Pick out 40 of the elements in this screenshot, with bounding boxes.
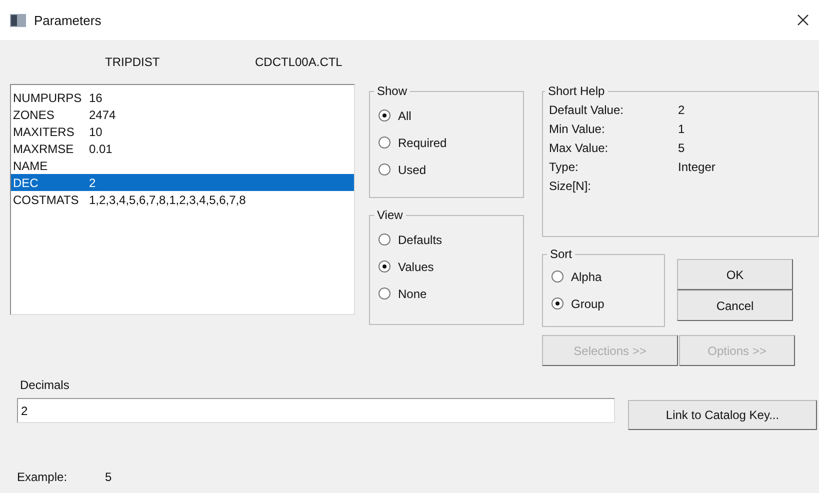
- group-title: Short Help: [547, 84, 606, 98]
- radio-option[interactable]: Required: [378, 129, 515, 156]
- group-title: View: [376, 208, 404, 222]
- help-label: Size[N]:: [549, 178, 592, 192]
- help-label: Max Value:: [549, 140, 610, 154]
- dialog-button[interactable]: Cancel: [677, 290, 793, 321]
- close-icon[interactable]: [797, 14, 809, 26]
- parameter-row[interactable]: COSTMATS 1,2,3,4,5,6,7,8,1,2,3,4,5,6,7,8: [11, 191, 354, 208]
- group-title: Show: [376, 84, 408, 98]
- help-label: Default Value:: [549, 102, 624, 116]
- radio-option[interactable]: None: [378, 280, 515, 307]
- help-value: 1: [678, 122, 685, 136]
- parameter-row[interactable]: NUMPURPS 16: [11, 89, 354, 106]
- value-input-field[interactable]: 2: [17, 398, 615, 423]
- radio-option[interactable]: Group: [551, 290, 656, 317]
- window-title: Parameters: [34, 12, 102, 28]
- app-icon: [10, 14, 26, 26]
- help-value: 2: [678, 102, 685, 116]
- link-catalog-button[interactable]: Link to Catalog Key...: [628, 400, 817, 430]
- radio-option[interactable]: Used: [378, 156, 515, 183]
- example-label: Example:: [17, 470, 68, 484]
- parameter-row[interactable]: MAXRMSE 0.01: [11, 140, 354, 157]
- header-label: CDCTL00A.CTL: [255, 55, 342, 69]
- radio-option[interactable]: All: [378, 102, 515, 129]
- group-title: Sort: [549, 247, 574, 261]
- field-label: Decimals: [20, 378, 70, 394]
- radio-option[interactable]: Alpha: [551, 263, 656, 290]
- help-label: Min Value:: [549, 122, 606, 136]
- dialog-button[interactable]: OK: [677, 259, 793, 290]
- parameter-row[interactable]: NAME: [11, 157, 354, 174]
- header-label: TRIPDIST: [105, 55, 161, 69]
- help-value: 5: [678, 140, 685, 154]
- example-value: 5: [105, 470, 112, 484]
- help-value: Integer: [678, 160, 716, 174]
- parameter-row[interactable]: DEC 2: [11, 174, 354, 191]
- parameter-row[interactable]: ZONES 2474: [11, 106, 354, 123]
- radio-option[interactable]: Defaults: [378, 226, 515, 253]
- radio-option[interactable]: Values: [378, 253, 515, 280]
- help-label: Type:: [549, 160, 580, 174]
- parameter-row[interactable]: MAXITERS 10: [11, 123, 354, 140]
